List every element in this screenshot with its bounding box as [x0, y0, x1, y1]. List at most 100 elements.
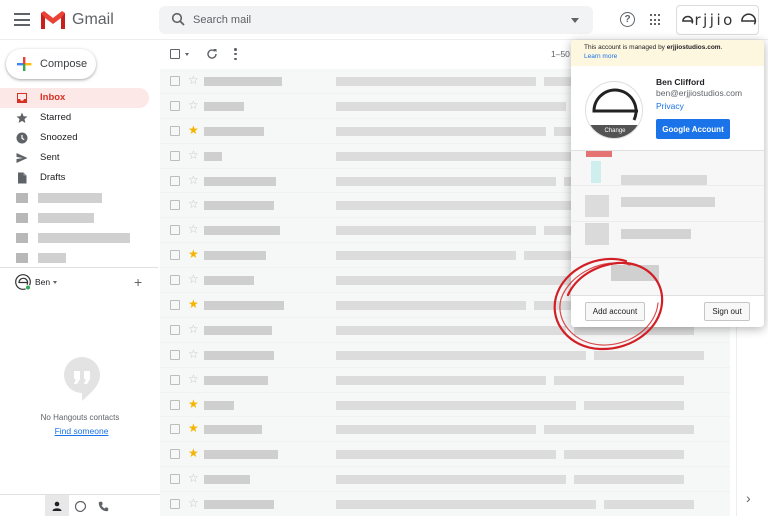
privacy-link[interactable]: Privacy: [656, 101, 684, 111]
star-icon[interactable]: ☆: [188, 322, 199, 336]
mail-row[interactable]: ☆: [160, 492, 730, 516]
hangouts-user-name[interactable]: Ben: [35, 277, 50, 287]
mail-row[interactable]: ★: [160, 417, 730, 443]
star-icon[interactable]: ☆: [188, 496, 199, 510]
row-checkbox[interactable]: [170, 100, 180, 111]
star-icon[interactable]: ☆: [188, 148, 199, 162]
add-contact-icon[interactable]: +: [134, 274, 142, 290]
row-checkbox[interactable]: [170, 300, 180, 311]
star-icon[interactable]: ☆: [188, 372, 199, 386]
row-checkbox[interactable]: [170, 225, 180, 236]
add-account-button[interactable]: Add account: [585, 302, 645, 321]
row-checkbox[interactable]: [170, 150, 180, 161]
help-icon[interactable]: ?: [620, 12, 635, 27]
apps-grid-icon[interactable]: [650, 14, 662, 26]
account-row[interactable]: [571, 223, 764, 258]
star-icon[interactable]: ☆: [188, 173, 199, 187]
row-checkbox[interactable]: [170, 499, 180, 510]
row-checkbox[interactable]: [170, 275, 180, 286]
star-icon[interactable]: ★: [188, 123, 199, 137]
mail-row[interactable]: ☆: [160, 367, 730, 393]
sidebar-item-starred[interactable]: Starred: [0, 108, 152, 128]
star-icon[interactable]: ★: [188, 247, 199, 261]
row-checkbox[interactable]: [170, 474, 180, 485]
mail-row[interactable]: ☆: [160, 342, 730, 368]
change-photo-label[interactable]: Change: [586, 125, 642, 138]
google-account-button[interactable]: Google Account: [656, 119, 730, 139]
account-row[interactable]: [571, 187, 764, 222]
refresh-icon[interactable]: [206, 48, 218, 60]
tab-phone[interactable]: [91, 495, 115, 516]
sidebar-item-drafts[interactable]: Drafts: [0, 168, 152, 188]
chevron-right-icon[interactable]: ›: [746, 490, 751, 506]
row-checkbox[interactable]: [170, 374, 180, 385]
star-icon[interactable]: ☆: [188, 471, 199, 485]
tab-conversations[interactable]: [68, 495, 92, 516]
compose-button[interactable]: Compose: [6, 49, 96, 79]
mail-row[interactable]: ☆: [160, 467, 730, 493]
sidebar-item-label-hidden[interactable]: [0, 208, 152, 228]
row-checkbox[interactable]: [170, 399, 180, 410]
sidebar-item-snoozed[interactable]: Snoozed: [0, 128, 152, 148]
gmail-logo-icon[interactable]: [40, 10, 66, 30]
tab-contacts[interactable]: [45, 495, 69, 516]
learn-more-link[interactable]: Learn more: [584, 53, 764, 60]
star-icon[interactable]: ☆: [188, 98, 199, 112]
profile-email: ben@erjjiostudios.com: [656, 88, 743, 98]
mail-row[interactable]: ★: [160, 392, 730, 418]
sidebar-item-inbox[interactable]: Inbox: [0, 88, 149, 108]
star-icon[interactable]: ★: [188, 446, 199, 460]
main-menu-icon[interactable]: [14, 13, 30, 26]
star-icon[interactable]: ☆: [188, 222, 199, 236]
sidebar-item-label-hidden[interactable]: [0, 228, 152, 248]
hangouts-bottom-bar: [0, 494, 160, 516]
blurred-sender: [204, 375, 268, 385]
row-checkbox[interactable]: [170, 175, 180, 186]
find-someone-link[interactable]: Find someone: [0, 426, 163, 436]
hangouts-avatar-icon[interactable]: [15, 274, 31, 290]
profile-avatar[interactable]: Change: [585, 81, 643, 139]
label-icon: [16, 193, 28, 203]
no-contacts-text: No Hangouts contacts: [40, 413, 120, 422]
blurred-sender: [204, 450, 278, 460]
search-bar[interactable]: [159, 6, 593, 34]
row-checkbox[interactable]: [170, 76, 180, 86]
search-input[interactable]: [193, 11, 533, 29]
star-icon[interactable]: ★: [188, 421, 199, 435]
blurred-label: [38, 193, 102, 203]
row-checkbox[interactable]: [170, 449, 180, 460]
row-checkbox[interactable]: [170, 200, 180, 211]
mail-row[interactable]: ★: [160, 442, 730, 468]
select-menu-icon[interactable]: [185, 53, 189, 56]
hangouts-divider: [0, 267, 158, 268]
managed-banner: This account is managed by erjjiostudios…: [571, 40, 764, 66]
account-brand-button[interactable]: rjjio: [676, 5, 759, 35]
row-checkbox[interactable]: [170, 424, 180, 435]
star-icon[interactable]: ☆: [188, 347, 199, 361]
blurred-sender: [204, 475, 250, 485]
select-all-checkbox[interactable]: [170, 49, 180, 59]
sign-out-button[interactable]: Sign out: [704, 302, 750, 321]
star-icon[interactable]: ☆: [188, 73, 199, 87]
chevron-down-icon[interactable]: [53, 281, 57, 284]
row-checkbox[interactable]: [170, 324, 180, 335]
blurred-subject: [336, 101, 566, 111]
star-icon[interactable]: ★: [188, 397, 199, 411]
account-row[interactable]: [571, 151, 764, 186]
more-options-icon[interactable]: [234, 48, 237, 60]
blurred-snippet: [554, 375, 684, 385]
row-checkbox[interactable]: [170, 349, 180, 360]
star-icon[interactable]: ★: [188, 297, 199, 311]
search-icon[interactable]: [171, 12, 186, 27]
account-row[interactable]: [571, 259, 764, 294]
row-checkbox[interactable]: [170, 125, 180, 136]
row-checkbox[interactable]: [170, 250, 180, 261]
inbox-icon: [17, 93, 27, 103]
star-icon[interactable]: ☆: [188, 197, 199, 211]
sidebar-item-sent[interactable]: Sent: [0, 148, 152, 168]
mail-toolbar: [160, 42, 580, 68]
sidebar-item-label-hidden[interactable]: [0, 188, 152, 208]
search-options-icon[interactable]: [571, 18, 579, 23]
star-icon[interactable]: ☆: [188, 272, 199, 286]
sidebar-item-label-hidden[interactable]: [0, 248, 152, 268]
